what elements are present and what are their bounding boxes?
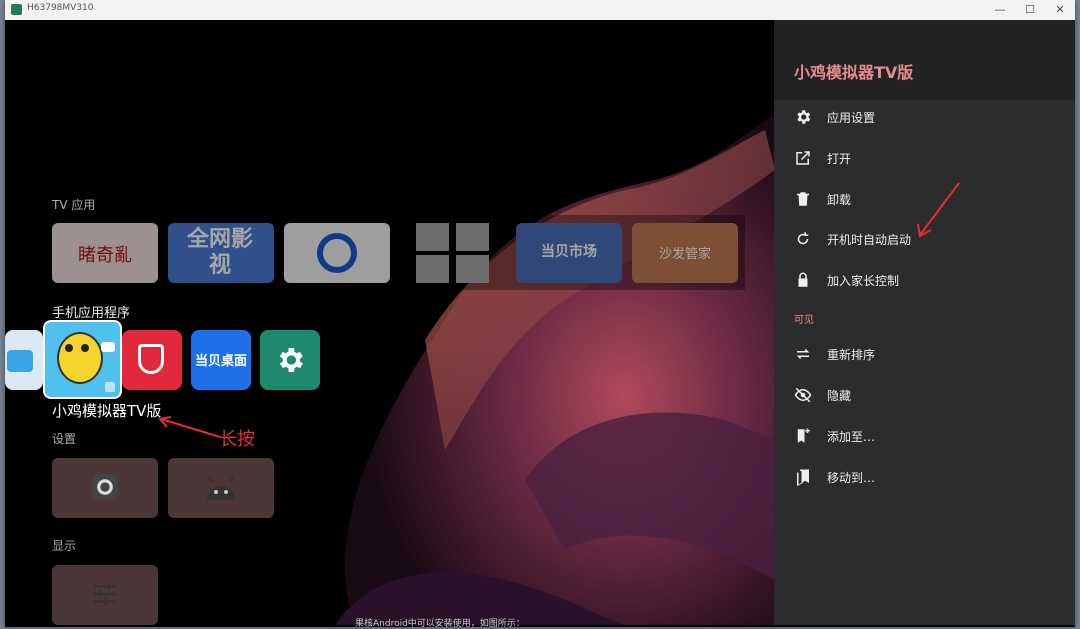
android-tile[interactable] [168,458,274,518]
tv-screen: TV 应用 睹奇亂 全网影视 当贝市场 沙发管家 手机应用程序 当贝桌面 小鸡模… [5,20,1075,625]
refresh-icon [797,232,809,245]
phone-apps-label: 手机应用程序 [52,306,131,321]
dim-overlay [45,215,745,290]
dangbei-desktop-label: 当贝桌面 [194,354,247,369]
emulator-window: H63798MV310 — ☐ ✕ TV 应用 睹奇亂 全网影视 当贝市场 沙发… [5,0,1075,629]
eye-off-icon [794,387,812,403]
menu-item-reorder[interactable]: 重新排序 [774,334,1075,374]
background-text-fragment: 果核Android中可以安装使用，如图所示： [355,619,525,629]
close-button[interactable]: ✕ [1045,0,1075,20]
menu-item-label: 加入家长控制 [827,274,900,288]
gear-icon [797,110,811,124]
menu-item-open[interactable]: 打开 [774,138,1075,178]
focused-app-name: 小鸡模拟器TV版 [52,402,162,420]
settings-label: 设置 [52,432,77,446]
phone-app-settings[interactable] [260,330,320,390]
menu-item-hide[interactable]: 隐藏 [774,375,1075,415]
annotation-label: 长按 [219,429,255,450]
phone-app-red[interactable] [122,330,182,390]
menu-item-app-settings[interactable]: 应用设置 [774,97,1075,137]
badge-icon [105,382,115,392]
visible-section-label: 可见 [794,315,814,326]
window-title: H63798MV310 [27,3,94,13]
menu-item-label: 移动到… [827,471,876,485]
menu-item-label: 重新排序 [827,348,876,362]
chick-icon [57,332,103,384]
menu-item-move-to[interactable]: 移动到… [774,457,1075,497]
bookmarks-icon [797,469,809,486]
menu-header: 小鸡模拟器TV版 [774,20,1075,100]
chick-eye-icon [65,344,73,352]
menu-item-parental-control[interactable]: 加入家长控制 [774,260,1075,300]
wallpaper-image [5,20,775,625]
display-label: 显示 [52,539,77,553]
menu-item-add-to[interactable]: 添加至… [774,416,1075,456]
menu-item-label: 添加至… [827,430,876,444]
settings-tile[interactable] [52,458,158,518]
gear-icon [279,348,303,372]
menu-item-label: 打开 [827,152,852,166]
app-icon [11,4,22,15]
phone-app-dangbei-desktop[interactable]: 当贝桌面 [191,330,251,390]
tv-apps-label: TV 应用 [52,198,96,212]
menu-item-label: 开机时自动启动 [827,233,912,247]
menu-item-label: 应用设置 [827,111,876,125]
trash-icon [797,192,809,206]
app-glyph-icon [7,350,33,372]
phone-app-partial[interactable] [5,330,43,390]
menu-item-label: 卸载 [827,193,852,207]
menu-title: 小鸡模拟器TV版 [794,63,914,82]
gear-icon [92,474,118,500]
phone-app-xiaoji[interactable] [45,322,120,397]
menu-item-label: 隐藏 [827,389,852,403]
chick-eye-icon [81,344,89,352]
android-icon [207,476,235,500]
annotation-arrow-icon [917,182,960,238]
open-external-icon [796,151,810,165]
minimize-button[interactable]: — [985,0,1015,20]
display-tile[interactable] [52,565,158,625]
shield-icon [138,344,164,374]
gamepad-icon [101,342,115,352]
context-menu-panel: 小鸡模拟器TV版 应用设置 打开 卸载 开机时自动启动 加入家长控制 可见 重新… [774,20,1075,625]
bookmark-add-icon [797,428,810,443]
maximize-button[interactable]: ☐ [1015,0,1045,20]
title-bar: H63798MV310 — ☐ ✕ [5,0,1075,21]
annotation-arrow-icon [158,416,221,438]
lock-icon [798,272,808,287]
swap-icon [796,348,810,360]
sliders-icon [93,582,117,606]
